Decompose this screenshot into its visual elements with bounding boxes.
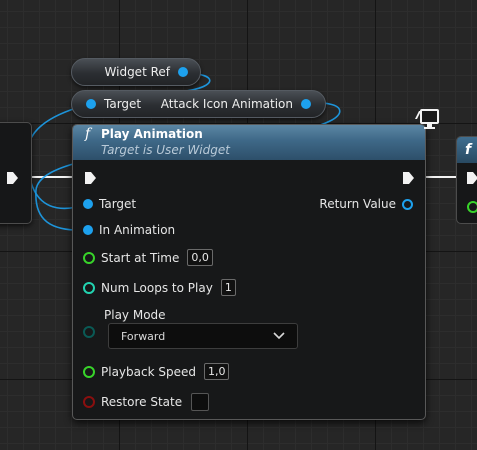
start-at-time-pin-row[interactable]: Start at Time 0,0 [83,249,213,266]
num-loops-pin-row[interactable]: Num Loops to Play 1 [83,279,236,296]
next-node-function-icon: f [457,137,477,163]
start-at-time-input-pin[interactable] [83,251,95,264]
play-animation-node[interactable]: f Play Animation Target is User Widget T… [72,109,439,420]
restore-state-input-pin[interactable] [83,396,95,408]
return-value-output-pin[interactable] [402,198,413,210]
function-icon: f [85,126,91,142]
target-input-pin[interactable] [83,199,93,209]
next-node[interactable]: f [456,136,477,224]
exec-out-pin-icon[interactable] [5,171,19,185]
attack-icon-animation-getter-node[interactable]: Target Attack Icon Animation [71,90,326,118]
node-header[interactable]: f Play Animation Target is User Widget [73,109,439,160]
play-mode-dropdown[interactable]: Forward [108,323,298,349]
play-mode-selected-value: Forward [121,329,166,343]
start-at-time-value-field[interactable]: 0,0 [187,249,213,266]
getter-target-input-pin[interactable] [86,99,96,109]
num-loops-input-pin[interactable] [83,281,95,294]
target-pin-label: Target [99,197,137,211]
return-value-pin-row[interactable]: Return Value [319,197,413,211]
restore-state-checkbox[interactable] [191,393,210,411]
widget-ref-variable-node[interactable]: Widget Ref [71,58,201,86]
float-pin-icon[interactable] [467,201,477,213]
return-value-label: Return Value [319,197,396,211]
in-animation-input-pin[interactable] [83,225,93,235]
node-title: Play Animation [101,127,203,141]
previous-node[interactable] [0,122,32,224]
playback-speed-input-pin[interactable] [83,365,95,378]
node-subtitle: Target is User Widget [101,143,230,157]
attack-icon-animation-label: Attack Icon Animation [160,97,293,111]
getter-target-label: Target [104,97,142,111]
playback-speed-pin-row[interactable]: Playback Speed 1,0 [83,363,230,380]
exec-in-pin-icon[interactable] [83,171,97,185]
in-animation-label: In Animation [99,223,176,237]
restore-state-pin-row[interactable]: Restore State [83,393,210,411]
attack-icon-animation-output-pin[interactable] [301,99,311,109]
exec-in-pin-icon[interactable] [465,171,477,185]
start-at-time-label: Start at Time [101,250,180,265]
playback-speed-label: Playback Speed [101,364,196,379]
num-loops-label: Num Loops to Play [101,280,213,295]
chevron-down-icon [273,332,285,340]
num-loops-value-field[interactable]: 1 [220,279,236,296]
play-mode-label: Play Mode [104,308,166,322]
widget-ref-label: Widget Ref [104,65,170,79]
play-mode-input-pin[interactable] [83,326,95,338]
playback-speed-value-field[interactable]: 1,0 [203,363,230,380]
network-monitor-icon [415,109,439,129]
widget-ref-output-pin[interactable] [178,67,188,77]
in-animation-pin-row[interactable]: In Animation [83,223,175,237]
restore-state-label: Restore State [101,395,183,409]
exec-out-pin-icon[interactable] [401,171,415,185]
target-pin-row[interactable]: Target [83,197,136,211]
play-mode-label-row: Play Mode [104,308,166,322]
